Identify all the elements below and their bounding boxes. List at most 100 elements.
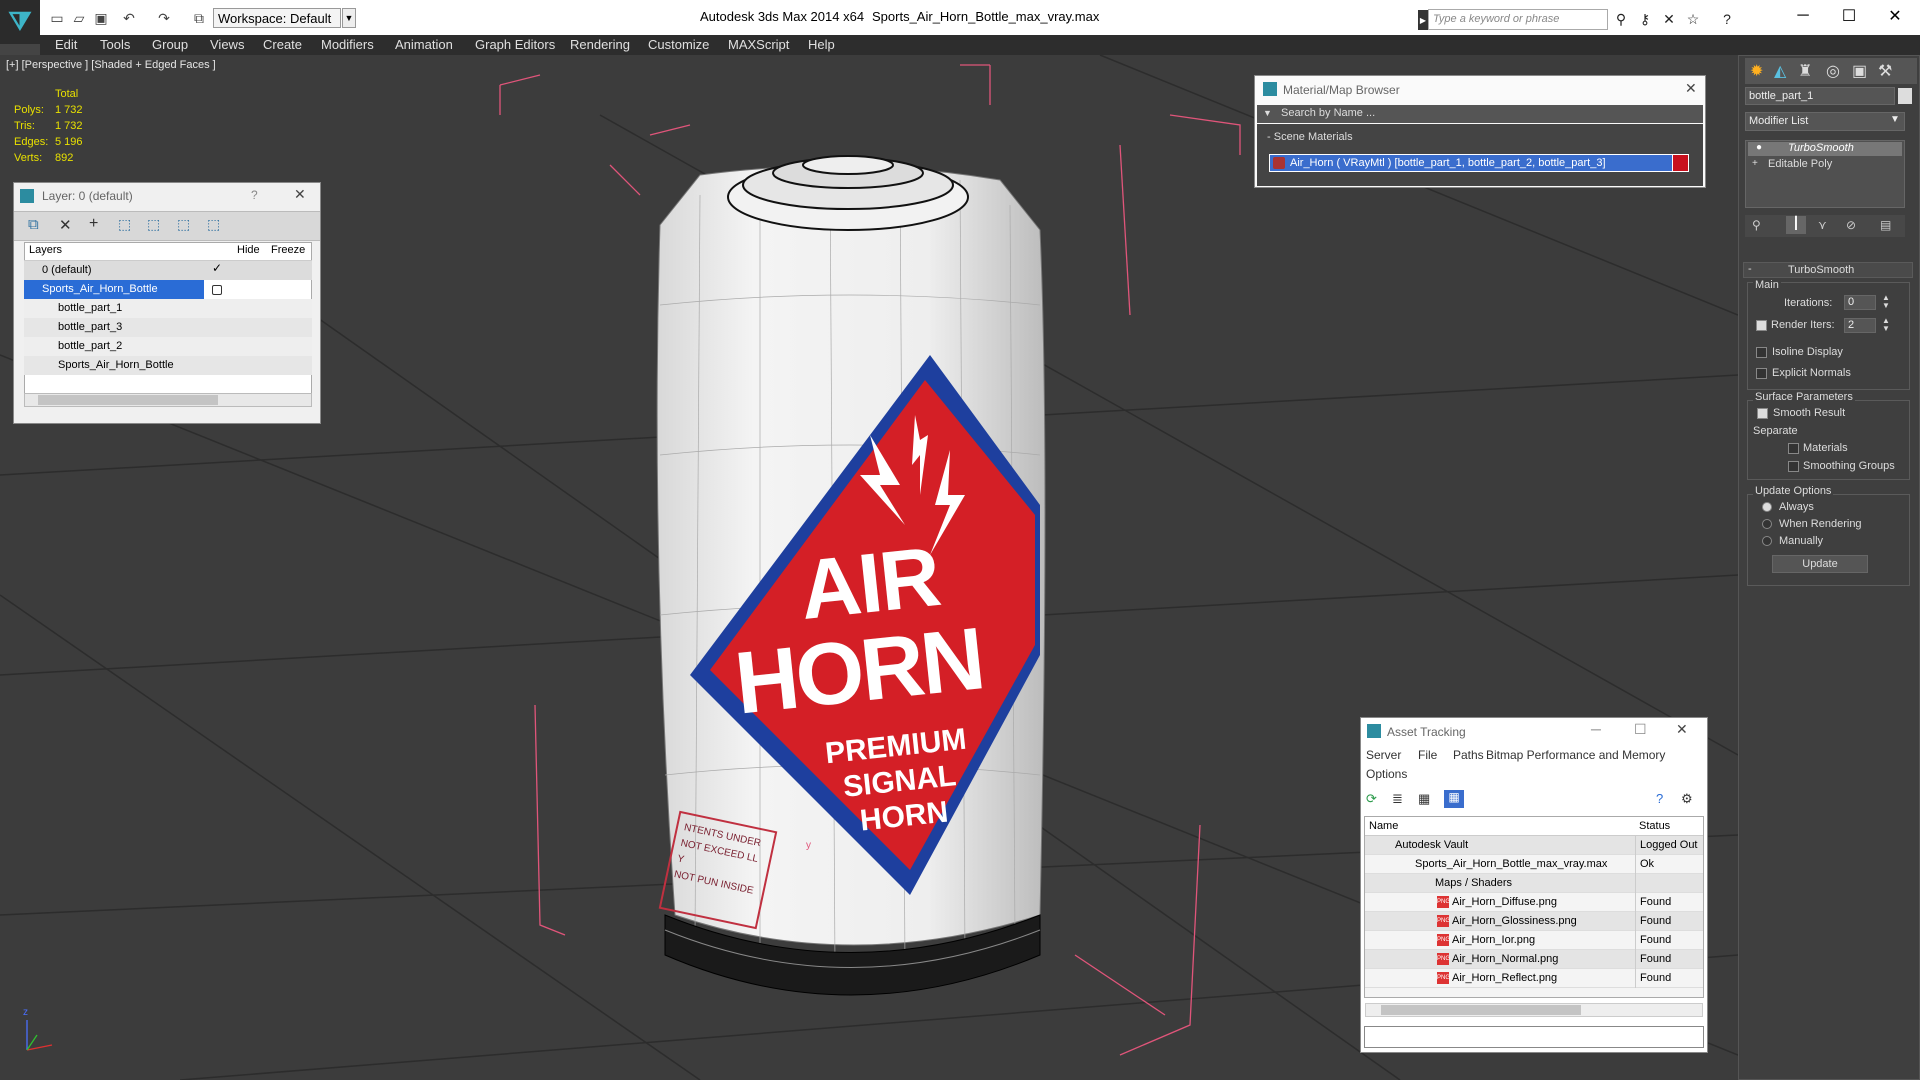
object-color-swatch[interactable]	[1898, 88, 1912, 104]
layer-help-button[interactable]: ?	[251, 188, 258, 202]
asset-menu-paths[interactable]: Paths	[1453, 748, 1484, 762]
explicit-normals-checkbox[interactable]	[1756, 368, 1767, 379]
subscription-icon[interactable]: ⚷	[1636, 10, 1654, 28]
asset-row[interactable]: PNG Air_Horn_Reflect.png Found	[1365, 969, 1703, 988]
maximize-button[interactable]: ☐	[1834, 6, 1864, 26]
asset-row[interactable]: PNG Air_Horn_Normal.png Found	[1365, 950, 1703, 969]
make-unique-icon[interactable]: ⋎	[1818, 218, 1827, 232]
asset-close-button[interactable]: ✕	[1676, 721, 1688, 738]
freeze-all-icon[interactable]: ⬚	[207, 216, 220, 233]
isoline-checkbox[interactable]	[1756, 347, 1767, 358]
asset-menu-bitmap-performance[interactable]: Bitmap Performance and Memory	[1486, 748, 1665, 762]
menu-animation[interactable]: Animation	[395, 35, 453, 55]
select-objects-icon[interactable]: ⬚	[118, 216, 131, 233]
asset-menu-server[interactable]: Server	[1366, 748, 1401, 762]
asset-help-icon[interactable]: ?	[1656, 791, 1663, 806]
layer-row[interactable]: bottle_part_1	[24, 299, 312, 318]
hide-all-icon[interactable]: ⬚	[177, 216, 190, 233]
minimize-button[interactable]: ─	[1788, 6, 1818, 26]
help-icon[interactable]: ?	[1718, 10, 1736, 28]
new-layer-icon[interactable]: ⧉	[28, 216, 39, 233]
layer-row[interactable]: 0 (default)	[24, 261, 312, 280]
render-iters-spinner[interactable]: 2	[1844, 318, 1876, 333]
freeze-header[interactable]: Freeze	[271, 244, 305, 256]
table-view-icon[interactable]: ▦	[1444, 790, 1464, 808]
modifier-bulb-icon[interactable]: ●	[1756, 142, 1762, 153]
name-column-header[interactable]: Name	[1369, 817, 1398, 836]
undo-icon[interactable]: ↶	[120, 9, 138, 27]
asset-row[interactable]: PNG Air_Horn_Ior.png Found	[1365, 931, 1703, 950]
list-view-icon[interactable]: ≣	[1392, 791, 1403, 807]
asset-row[interactable]: Autodesk Vault Logged Out	[1365, 836, 1703, 855]
communication-icon[interactable]: ✕	[1660, 10, 1678, 28]
asset-scrollbar-thumb[interactable]	[1381, 1005, 1581, 1015]
scrollbar-thumb[interactable]	[38, 395, 218, 405]
material-entry[interactable]: Air_Horn ( VRayMtl ) [bottle_part_1, bot…	[1269, 154, 1673, 172]
update-when-rendering-radio[interactable]	[1762, 519, 1772, 529]
update-always-radio[interactable]	[1762, 502, 1772, 512]
workspace-select[interactable]: Workspace: Default	[213, 8, 341, 28]
layer-row[interactable]: bottle_part_3	[24, 318, 312, 337]
app-logo-icon[interactable]: ⧩	[0, 0, 40, 44]
save-icon[interactable]: ▣	[92, 9, 110, 27]
open-file-icon[interactable]: ▱	[70, 9, 88, 27]
highlight-layer-icon[interactable]: ⬚	[147, 216, 160, 233]
configure-sets-icon[interactable]: ▤	[1880, 218, 1891, 232]
menu-tools[interactable]: Tools	[100, 35, 130, 55]
search-expand-icon[interactable]: ▶	[1418, 10, 1428, 30]
modify-tab-icon[interactable]: ◭	[1774, 61, 1786, 81]
iterations-spinner[interactable]: 0	[1844, 295, 1876, 310]
asset-settings-icon[interactable]: ⚙	[1681, 791, 1693, 807]
asset-maximize-button[interactable]: ☐	[1634, 721, 1647, 738]
layer-row[interactable]: Sports_Air_Horn_Bottle	[24, 280, 204, 299]
motion-tab-icon[interactable]: ◎	[1826, 61, 1840, 81]
smooth-result-checkbox[interactable]	[1757, 408, 1768, 419]
detail-view-icon[interactable]: ▦	[1418, 791, 1430, 807]
display-tab-icon[interactable]: ▣	[1852, 61, 1867, 81]
layer-close-button[interactable]: ✕	[294, 186, 306, 203]
asset-path-field[interactable]	[1364, 1026, 1704, 1048]
asset-row[interactable]: PNG Air_Horn_Glossiness.png Found	[1365, 912, 1703, 931]
delete-layer-icon[interactable]: ✕	[59, 216, 72, 234]
object-name-field[interactable]: bottle_part_1	[1745, 87, 1895, 105]
separate-smoothing-checkbox[interactable]	[1788, 461, 1799, 472]
layers-header[interactable]: Layers	[29, 244, 62, 256]
asset-row[interactable]: Maps / Shaders	[1365, 874, 1703, 893]
material-search-input[interactable]: Search by Name ...	[1277, 106, 1695, 122]
asset-menu-file[interactable]: File	[1418, 748, 1437, 762]
modifier-list-dropdown-icon[interactable]: ▼	[1890, 114, 1900, 125]
project-folder-icon[interactable]: ⧉	[190, 9, 208, 27]
hierarchy-tab-icon[interactable]: ♜	[1798, 61, 1812, 81]
menu-create[interactable]: Create	[263, 35, 302, 55]
remove-modifier-icon[interactable]: ⊘	[1846, 218, 1856, 232]
update-manually-radio[interactable]	[1762, 536, 1772, 546]
scene-materials-group[interactable]: - Scene Materials	[1267, 131, 1353, 143]
asset-minimize-button[interactable]: ─	[1591, 721, 1601, 737]
menu-group[interactable]: Group	[152, 35, 188, 55]
search-options-icon[interactable]: ▼	[1263, 108, 1272, 118]
material-browser-close-button[interactable]: ✕	[1685, 80, 1697, 97]
create-tab-icon[interactable]: ✹	[1750, 61, 1763, 81]
asset-menu-options[interactable]: Options	[1366, 767, 1407, 781]
close-button[interactable]: ✕	[1880, 6, 1910, 26]
update-button[interactable]: Update	[1772, 555, 1868, 573]
utilities-tab-icon[interactable]: ⚒	[1878, 61, 1892, 81]
menu-maxscript[interactable]: MAXScript	[728, 35, 789, 55]
favorites-star-icon[interactable]: ☆	[1684, 10, 1702, 28]
viewport-label[interactable]: [+] [Perspective ] [Shaded + Edged Faces…	[6, 59, 216, 71]
menu-help[interactable]: Help	[808, 35, 835, 55]
menu-views[interactable]: Views	[210, 35, 244, 55]
hide-header[interactable]: Hide	[237, 244, 260, 256]
layer-visibility-icon[interactable]	[212, 285, 222, 295]
search-input[interactable]: Type a keyword or phrase	[1428, 9, 1608, 30]
stack-item-editable-poly[interactable]: Editable Poly	[1748, 158, 1902, 172]
menu-modifiers[interactable]: Modifiers	[321, 35, 374, 55]
add-to-layer-icon[interactable]: +	[89, 215, 98, 233]
asset-row[interactable]: PNG Air_Horn_Diffuse.png Found	[1365, 893, 1703, 912]
show-end-result-icon[interactable]: ┃	[1786, 216, 1806, 234]
modifier-list-select[interactable]: Modifier List	[1745, 112, 1905, 131]
binoculars-icon[interactable]: ⚲	[1612, 10, 1630, 28]
pin-stack-icon[interactable]: ⚲	[1752, 218, 1761, 232]
expand-plus-icon[interactable]: +	[1752, 158, 1758, 169]
layer-row[interactable]: bottle_part_2	[24, 337, 312, 356]
